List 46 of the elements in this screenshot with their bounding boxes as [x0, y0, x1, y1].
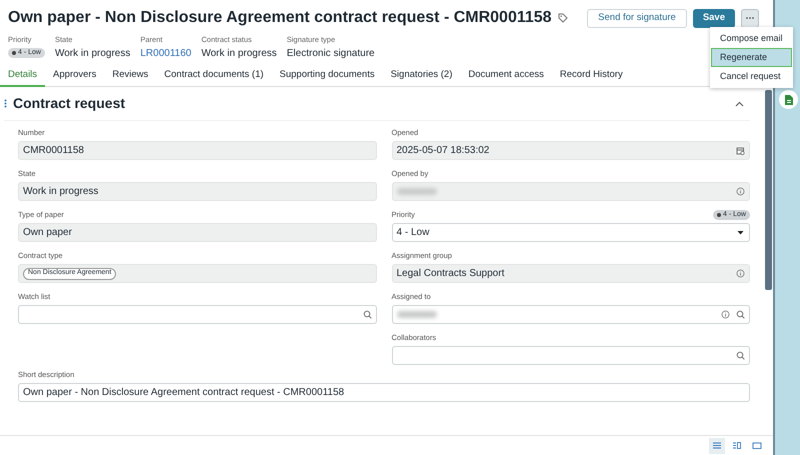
drag-handle-icon[interactable] — [4, 99, 7, 108]
input-field[interactable] — [18, 305, 376, 324]
priority-select[interactable]: 4 - Low — [392, 223, 750, 242]
search-icon[interactable] — [362, 310, 372, 319]
input-field[interactable]: CMR0001158 — [18, 141, 376, 160]
record-title: Own paper - Non Disclosure Agreement contract request - CMR0001158 — [8, 8, 552, 28]
tab[interactable]: Details — [0, 65, 46, 87]
collapse-icon[interactable] — [735, 100, 744, 106]
input-field[interactable]: Own paper — [18, 223, 376, 242]
info-icon[interactable] — [736, 269, 745, 278]
tab[interactable]: Document access — [460, 65, 552, 87]
calendar-icon[interactable] — [736, 146, 745, 155]
input-field[interactable]: Own paper - Non Disclosure Agreement contract request - CMR0001158 — [18, 383, 750, 402]
section-title: Contract request — [13, 94, 126, 113]
list-view-icon[interactable] — [709, 438, 725, 454]
tag-icon[interactable] — [558, 13, 568, 23]
tab[interactable]: Record History — [552, 65, 631, 87]
tab[interactable]: Signatories (2) — [382, 65, 460, 87]
input-field[interactable]: 2025-05-07 18:53:02 — [392, 141, 750, 160]
input-field[interactable] — [392, 346, 750, 365]
tab[interactable]: Approvers — [45, 65, 104, 87]
search-icon[interactable] — [736, 351, 745, 360]
document-icon — [784, 94, 792, 104]
summary-value: Work in progress — [54, 47, 130, 61]
parent-link[interactable]: LR0001160 — [140, 46, 192, 61]
tab[interactable]: Contract documents (1) — [156, 65, 272, 87]
info-icon[interactable] — [736, 187, 745, 196]
input-field[interactable]: Work in progress — [18, 182, 376, 201]
info-icon[interactable] — [721, 310, 730, 319]
summary-value: Electronic signature — [286, 47, 375, 61]
menu-item[interactable]: Cancel request — [711, 67, 792, 86]
scrollbar[interactable] — [765, 90, 772, 290]
search-icon[interactable] — [736, 310, 745, 319]
send-button[interactable]: Send for signature — [587, 8, 687, 28]
menu-item[interactable]: Regenerate — [711, 48, 792, 67]
tab[interactable]: Reviews — [104, 65, 156, 87]
more-button[interactable] — [741, 8, 759, 28]
tab[interactable]: Supporting documents — [272, 65, 383, 87]
document-button[interactable] — [779, 90, 798, 109]
input-field[interactable]: Legal Contracts Support — [392, 264, 750, 283]
save-button[interactable]: Save — [692, 8, 735, 28]
input-field[interactable] — [392, 305, 750, 324]
summary-value: Work in progress — [201, 47, 277, 61]
menu-item[interactable]: Compose email — [711, 29, 792, 48]
input-field[interactable] — [392, 182, 750, 201]
caret-icon[interactable] — [736, 228, 745, 237]
